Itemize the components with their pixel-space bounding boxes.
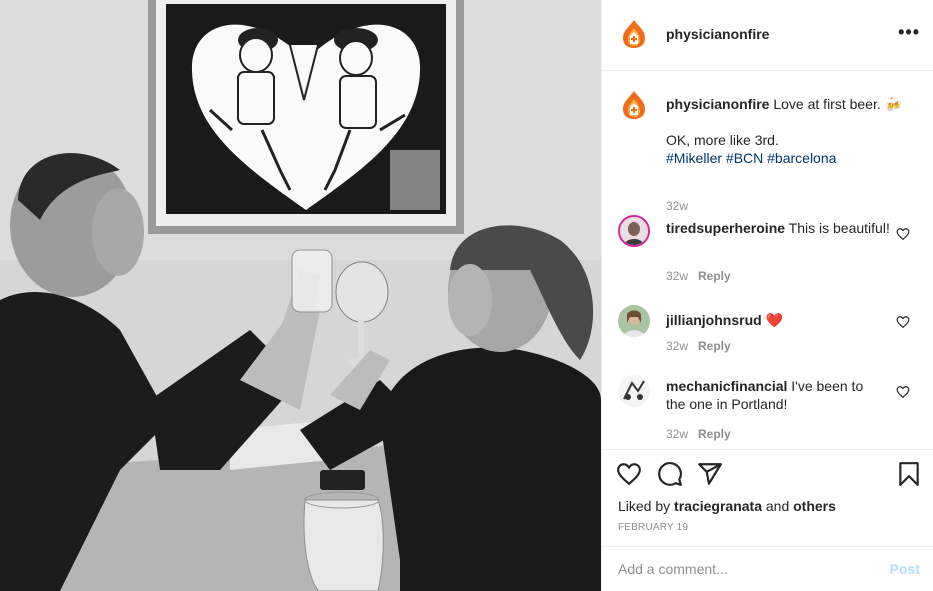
like-comment-icon[interactable] <box>896 227 910 241</box>
post-side-panel: physicianonfire ••• physicianonfire Love… <box>601 0 933 591</box>
reply-button[interactable]: Reply <box>698 339 731 353</box>
like-comment-icon[interactable] <box>896 315 910 329</box>
post-date: FEBRUARY 19 <box>618 522 689 533</box>
comment-body: tiredsuperheroine This is beautiful! <box>666 219 896 237</box>
comment-time: 32w <box>666 269 689 283</box>
add-comment-bar: Post <box>602 546 933 591</box>
likes-prefix: Liked by <box>618 498 671 514</box>
more-options-icon[interactable]: ••• <box>898 22 920 43</box>
post-header: physicianonfire ••• <box>602 0 933 71</box>
comment-body: jillianjohnsrud ❤️ <box>666 311 896 329</box>
fire-logo-icon <box>623 91 645 119</box>
commenter-avatar[interactable] <box>618 375 650 407</box>
fire-logo-icon <box>623 20 645 48</box>
caption-time: 32w <box>666 199 688 213</box>
bookmark-icon[interactable] <box>896 461 922 487</box>
caption-hashtags[interactable]: #Mikeller #BCN #barcelona <box>666 149 916 167</box>
comment-meta: 32w Reply <box>666 339 731 353</box>
caption-avatar[interactable] <box>618 89 650 121</box>
author-username[interactable]: physicianonfire <box>666 26 769 42</box>
reply-button[interactable]: Reply <box>698 427 731 441</box>
comment-text: This is beautiful! <box>788 220 890 236</box>
comment-username[interactable]: mechanicfinancial <box>666 378 787 394</box>
caption-line2: OK, more like 3rd. <box>666 132 779 148</box>
comment-icon[interactable] <box>657 461 683 487</box>
commenter-avatar[interactable] <box>618 305 650 337</box>
comment-time: 32w <box>666 339 689 353</box>
comments-list: physicianonfire Love at first beer. 🍻 OK… <box>602 71 933 449</box>
comment-item: mechanicfinancial I've been to the one i… <box>618 375 928 445</box>
caption-line1: Love at first beer. <box>773 96 881 112</box>
comment-item: tiredsuperheroine This is beautiful! 32w… <box>618 215 928 283</box>
comment-body: mechanicfinancial I've been to the one i… <box>666 377 871 413</box>
photo-illustration <box>0 0 601 591</box>
caption-username[interactable]: physicianonfire <box>666 96 769 112</box>
share-icon[interactable] <box>697 461 723 487</box>
caption-timestamp: 32w <box>666 199 689 213</box>
heart-icon[interactable] <box>616 461 642 487</box>
caption-body: physicianonfire Love at first beer. 🍻 OK… <box>666 95 916 167</box>
like-comment-icon[interactable] <box>896 385 910 399</box>
post-button[interactable]: Post <box>890 561 920 577</box>
comment-input[interactable] <box>618 559 878 579</box>
user-photo-icon <box>618 375 650 407</box>
post-photo[interactable] <box>0 0 601 591</box>
likes-others-link[interactable]: others <box>793 498 836 514</box>
author-avatar[interactable] <box>618 18 650 50</box>
comment-meta: 32w Reply <box>666 427 731 441</box>
liker-username[interactable]: traciegranata <box>674 498 762 514</box>
likes-and: and <box>765 498 790 514</box>
user-photo-icon <box>620 217 648 245</box>
reply-button[interactable]: Reply <box>698 269 731 283</box>
likes-summary: Liked by traciegranata and others <box>618 498 836 514</box>
user-photo-icon <box>618 305 650 337</box>
comment-item: jillianjohnsrud ❤️ 32w Reply <box>618 305 928 355</box>
comment-username[interactable]: tiredsuperheroine <box>666 220 785 236</box>
post-actions: Liked by traciegranata and others FEBRUA… <box>602 449 933 547</box>
caption: physicianonfire Love at first beer. 🍻 OK… <box>618 89 928 213</box>
beer-emoji: 🍻 <box>884 96 903 112</box>
comment-time: 32w <box>666 427 689 441</box>
commenter-avatar[interactable] <box>618 215 650 247</box>
comment-username[interactable]: jillianjohnsrud <box>666 312 762 328</box>
comment-meta: 32w Reply <box>666 269 731 283</box>
heart-emoji: ❤️ <box>765 312 783 328</box>
